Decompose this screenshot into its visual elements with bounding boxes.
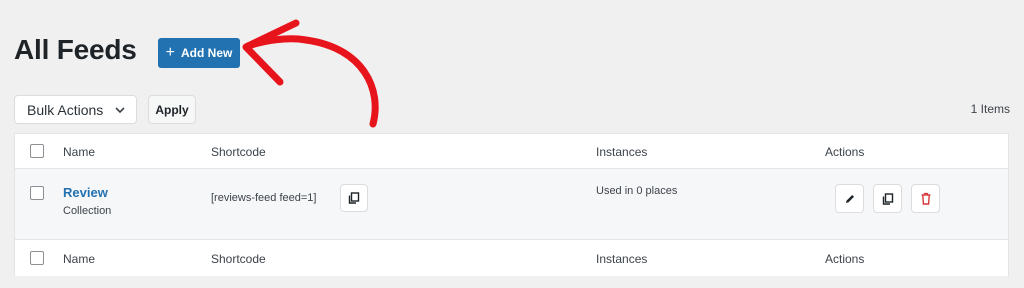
- table-row: Review Collection [reviews-feed feed=1] …: [15, 169, 1008, 240]
- table-header-row: Name Shortcode Instances Actions: [15, 134, 1008, 169]
- plus-icon: +: [165, 44, 175, 61]
- column-header-shortcode: Shortcode: [211, 145, 266, 159]
- feed-type: Collection: [63, 205, 112, 217]
- column-footer-actions: Actions: [825, 252, 865, 266]
- column-header-name[interactable]: Name: [63, 145, 95, 159]
- page-title: All Feeds: [14, 34, 137, 65]
- chevron-down-icon: [115, 107, 125, 114]
- column-footer-instances: Instances: [596, 252, 648, 266]
- add-new-label: Add New: [181, 46, 233, 60]
- column-header-instances: Instances: [596, 145, 648, 159]
- instances-text: Used in 0 places: [596, 185, 678, 197]
- row-checkbox[interactable]: [30, 186, 44, 200]
- column-header-actions: Actions: [825, 145, 865, 159]
- duplicate-feed-button[interactable]: [873, 184, 902, 213]
- copy-shortcode-button[interactable]: [340, 184, 368, 212]
- apply-button[interactable]: Apply: [148, 95, 196, 124]
- annotation-arrow: [242, 19, 379, 128]
- shortcode-text: [reviews-feed feed=1]: [211, 192, 317, 204]
- duplicate-icon: [882, 192, 893, 205]
- edit-feed-button[interactable]: [835, 184, 864, 213]
- bulk-actions-select[interactable]: Bulk Actions: [14, 95, 137, 124]
- add-new-button[interactable]: + Add New: [158, 38, 240, 68]
- column-footer-shortcode: Shortcode: [211, 252, 266, 266]
- bulk-actions-value: Bulk Actions: [27, 101, 104, 118]
- column-footer-name[interactable]: Name: [63, 252, 95, 266]
- feeds-table: Name Shortcode Instances Actions Review …: [14, 133, 1009, 276]
- pencil-icon: [845, 194, 854, 203]
- delete-feed-button[interactable]: [911, 184, 940, 213]
- trash-icon: [921, 192, 930, 205]
- copy-icon: [348, 192, 360, 204]
- select-all-checkbox[interactable]: [30, 144, 44, 158]
- feed-name-link[interactable]: Review: [63, 185, 108, 200]
- table-footer-row: Name Shortcode Instances Actions: [15, 240, 1008, 276]
- select-all-footer-checkbox[interactable]: [30, 251, 44, 265]
- items-count: 1 Items: [970, 102, 1010, 116]
